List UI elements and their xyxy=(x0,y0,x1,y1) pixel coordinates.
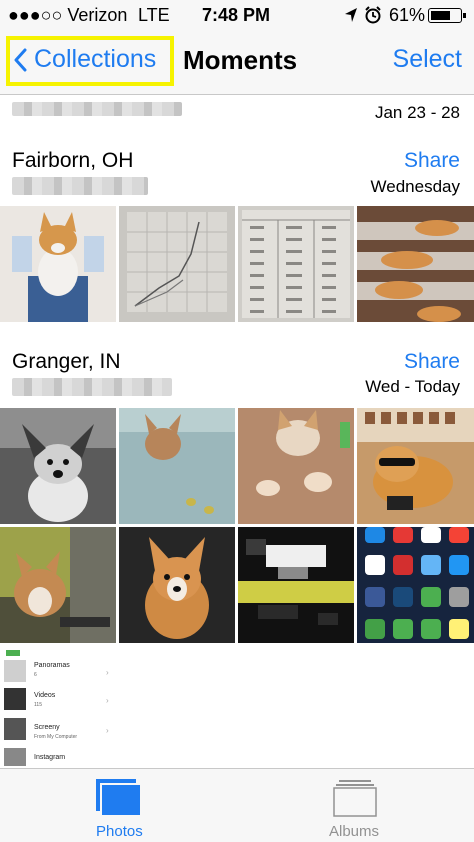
battery-percent: 61% xyxy=(389,5,426,25)
blurred-subtitle xyxy=(12,102,182,116)
moment-date: Jan 23 - 28 xyxy=(374,103,460,122)
albums-icon xyxy=(333,779,377,822)
tab-bar: Photos Albums xyxy=(0,768,474,842)
moment-date: Wed - Today xyxy=(365,377,460,396)
share-button[interactable]: Share xyxy=(404,149,460,173)
blurred-subtitle xyxy=(12,378,172,396)
moment-location[interactable]: Granger, IN xyxy=(12,350,121,374)
clock: 7:48 PM xyxy=(202,5,271,25)
moment-section-dayton: Jan 23 - 28 xyxy=(0,95,474,135)
mini-list-title: Screeny xyxy=(34,724,60,731)
mini-list-title: Videos xyxy=(34,692,56,699)
mini-list-count: 6 xyxy=(34,672,37,678)
mini-chevron-icon: › xyxy=(106,726,109,735)
location-arrow-icon xyxy=(344,7,358,28)
alarm-icon xyxy=(364,6,382,29)
photo-thumbnail[interactable] xyxy=(238,527,354,643)
select-button[interactable]: Select xyxy=(393,45,462,74)
back-button-label: Collections xyxy=(34,45,157,73)
photos-icon xyxy=(96,779,142,822)
battery-icon xyxy=(428,8,466,23)
photo-thumbnail[interactable] xyxy=(238,408,354,524)
mini-list-count: From My Computer xyxy=(34,734,78,740)
mini-thumbnail xyxy=(4,688,26,710)
moment-section-granger: Granger, IN Share Wed - Today xyxy=(0,340,474,406)
back-button[interactable]: Collections xyxy=(14,45,156,74)
network-label: LTE xyxy=(138,5,170,25)
mini-thumbnail xyxy=(4,660,26,682)
mini-chevron-icon: › xyxy=(106,668,109,677)
photo-thumbnail[interactable] xyxy=(0,527,116,643)
photo-thumbnail[interactable] xyxy=(119,527,235,643)
mini-icon xyxy=(6,650,20,656)
page-title: Moments xyxy=(183,45,298,75)
photo-thumbnail[interactable]: Panoramas 6 Videos 115 Screeny From My C… xyxy=(0,646,116,768)
tab-photos[interactable]: Photos xyxy=(70,769,170,842)
mini-list-count: 115 xyxy=(34,702,42,708)
mini-thumbnail xyxy=(4,718,26,740)
photo-thumbnail[interactable] xyxy=(119,408,235,524)
moment-date: Wednesday xyxy=(370,177,460,196)
photo-thumbnail[interactable] xyxy=(238,206,354,322)
photo-thumbnail[interactable] xyxy=(0,408,116,524)
blurred-subtitle xyxy=(12,177,148,195)
tab-albums[interactable]: Albums xyxy=(305,769,405,842)
photo-thumbnail[interactable] xyxy=(357,206,474,322)
chevron-left-icon xyxy=(14,48,27,72)
mini-list-title: Instagram xyxy=(34,754,66,761)
mini-thumbnail xyxy=(4,748,26,766)
photo-thumbnail[interactable] xyxy=(357,527,474,643)
moment-section-fairborn: Fairborn, OH Share Wednesday xyxy=(0,140,474,206)
photo-thumbnail[interactable] xyxy=(119,206,235,322)
photo-thumbnail[interactable] xyxy=(0,206,116,322)
tab-photos-label: Photos xyxy=(96,823,143,840)
share-button[interactable]: Share xyxy=(404,350,460,374)
mini-list-title: Panoramas xyxy=(34,662,70,669)
tab-albums-label: Albums xyxy=(329,823,380,840)
carrier-label: ●●●○○ Verizon xyxy=(8,5,128,25)
status-bar: ●●●○○ Verizon LTE 7:48 PM 61% xyxy=(0,0,474,32)
mini-chevron-icon: › xyxy=(106,696,109,705)
moment-location[interactable]: Fairborn, OH xyxy=(12,149,133,173)
photo-thumbnail[interactable] xyxy=(357,408,474,524)
navigation-bar: Collections Moments Select xyxy=(0,32,474,95)
